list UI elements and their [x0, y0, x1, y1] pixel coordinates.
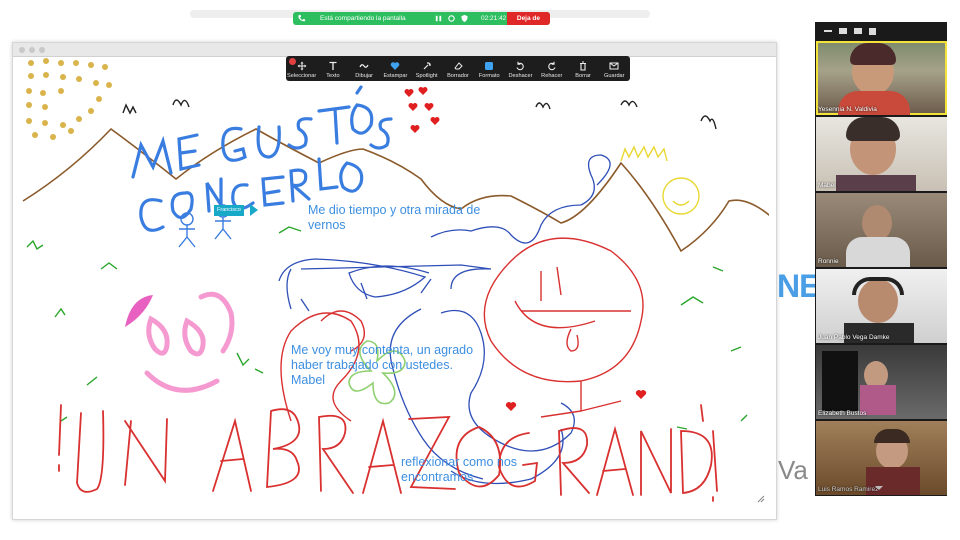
- strip-view-icon[interactable]: [854, 28, 862, 34]
- participant-hair: [850, 43, 896, 65]
- tool-label: Formato: [478, 73, 500, 79]
- minimize-window-icon[interactable]: [29, 47, 35, 53]
- tool-draw[interactable]: Dibujar: [349, 56, 380, 81]
- whiteboard-drawings: [22, 58, 769, 502]
- screen: { "share_bar": { "status": "Está compart…: [0, 0, 960, 540]
- tool-text[interactable]: Texto: [317, 56, 348, 81]
- pause-icon[interactable]: [434, 14, 443, 23]
- trash-icon: [580, 61, 587, 71]
- participant-clothing: [846, 237, 910, 267]
- star-stamps: [26, 58, 112, 140]
- grid-view-icon[interactable]: [869, 27, 876, 35]
- whiteboard-window: Francisco Me dio tiempo y otra mirada de…: [12, 42, 777, 520]
- participant-hair: [874, 429, 910, 443]
- participant-tile-4[interactable]: Juan Pablo Vega Damke: [816, 269, 947, 343]
- tool-clear[interactable]: Borrar: [567, 56, 598, 81]
- note-mabel: Me voy muy contenta, un agrado haber tra…: [291, 343, 474, 387]
- text-icon: [329, 61, 337, 70]
- save-icon: [609, 62, 619, 70]
- tool-redo[interactable]: Rehacer: [536, 56, 567, 81]
- stop-share-button[interactable]: Deja de: [506, 12, 550, 25]
- participant-name: Ronnie: [818, 258, 839, 265]
- resize-icon[interactable]: [756, 494, 766, 504]
- note-reflexionar: reflexionar como nos encontramos: [401, 455, 518, 484]
- whiteboard-canvas[interactable]: Francisco Me dio tiempo y otra mirada de…: [21, 57, 769, 517]
- undo-icon: [516, 61, 525, 71]
- redo-icon: [547, 61, 556, 71]
- tool-label: Borrar: [575, 73, 591, 79]
- participant-tile-6[interactable]: Luis Ramos Ramirez: [816, 421, 947, 495]
- participant-tile-5[interactable]: Elizabeth Bustos: [816, 345, 947, 419]
- participant-name: Juan Pablo Vega Damke: [818, 334, 890, 341]
- screen-share-bar: Está compartiendo la pantalla 02:21:42 D…: [293, 12, 550, 25]
- chevron-down-icon[interactable]: [875, 486, 883, 490]
- shield-icon[interactable]: [460, 14, 469, 23]
- background-slide-text-2: Va: [778, 455, 808, 485]
- draw-icon: [359, 64, 369, 68]
- participant-clothing: [836, 175, 916, 191]
- zoom-window-icon[interactable]: [39, 47, 45, 53]
- stamp-icon: [391, 62, 400, 70]
- tool-label: Estampar: [383, 73, 408, 79]
- video-gallery-panel: Yesennia N. Valdivia Mabel Ronnie Juan P…: [815, 22, 947, 496]
- stop-share-label: Deja de: [516, 15, 540, 22]
- tool-spotlight[interactable]: Spotlight: [411, 56, 442, 81]
- tool-label: Seleccionar: [287, 73, 317, 79]
- tool-format[interactable]: Formato: [474, 56, 505, 81]
- tool-label: Spotlight: [415, 73, 438, 79]
- participant-name: Elizabeth Bustos: [818, 410, 867, 417]
- spotlight-icon: [423, 62, 431, 70]
- sync-icon[interactable]: [447, 14, 456, 23]
- minimize-gallery-icon[interactable]: [824, 30, 832, 32]
- close-window-icon[interactable]: [19, 47, 25, 53]
- tool-undo[interactable]: Deshacer: [505, 56, 536, 81]
- francisco-annotation-tag: Francisco: [214, 205, 244, 216]
- participant-tile-1[interactable]: Yesennia N. Valdivia: [816, 41, 947, 115]
- tool-label: Guardar: [604, 73, 625, 79]
- close-toolbar-icon[interactable]: [289, 58, 296, 65]
- participant-name: Yesennia N. Valdivia: [818, 106, 877, 113]
- share-timer: 02:21:42: [481, 15, 507, 22]
- tool-label: Rehacer: [541, 73, 563, 79]
- participant-name: Mabel: [818, 182, 836, 189]
- headphones-icon: [852, 277, 904, 295]
- note-tiempo: Me dio tiempo y otra mirada de vernos: [308, 203, 481, 232]
- tool-save[interactable]: Guardar: [599, 56, 630, 81]
- participant-figure: [862, 205, 892, 241]
- tool-stamp[interactable]: Estampar: [380, 56, 411, 81]
- participant-tile-3[interactable]: Ronnie: [816, 193, 947, 267]
- eraser-icon: [454, 62, 463, 70]
- phone-icon[interactable]: [297, 14, 306, 23]
- tool-label: Dibujar: [355, 73, 374, 79]
- tag-arrow-icon: [250, 204, 258, 216]
- share-status-text: Está compartiendo la pantalla: [320, 15, 406, 22]
- tool-eraser[interactable]: Borrador: [442, 56, 473, 81]
- window-titlebar: [13, 43, 776, 57]
- gallery-header: [815, 22, 947, 40]
- background-slide-text: NE: [777, 268, 820, 304]
- participant-name: Luis Ramos Ramirez: [818, 486, 879, 493]
- tool-label: Texto: [326, 73, 340, 79]
- annotation-toolbar: Seleccionar Texto Dibujar Estampar Spotl…: [286, 56, 630, 81]
- background-object: [822, 351, 858, 411]
- tool-label: Borrador: [447, 73, 469, 79]
- move-icon: [297, 61, 307, 71]
- participant-hair: [846, 117, 900, 141]
- participant-tile-2[interactable]: Mabel: [816, 117, 947, 191]
- tool-label: Deshacer: [508, 73, 533, 79]
- format-icon: [485, 62, 494, 70]
- speaker-view-icon[interactable]: [839, 28, 847, 34]
